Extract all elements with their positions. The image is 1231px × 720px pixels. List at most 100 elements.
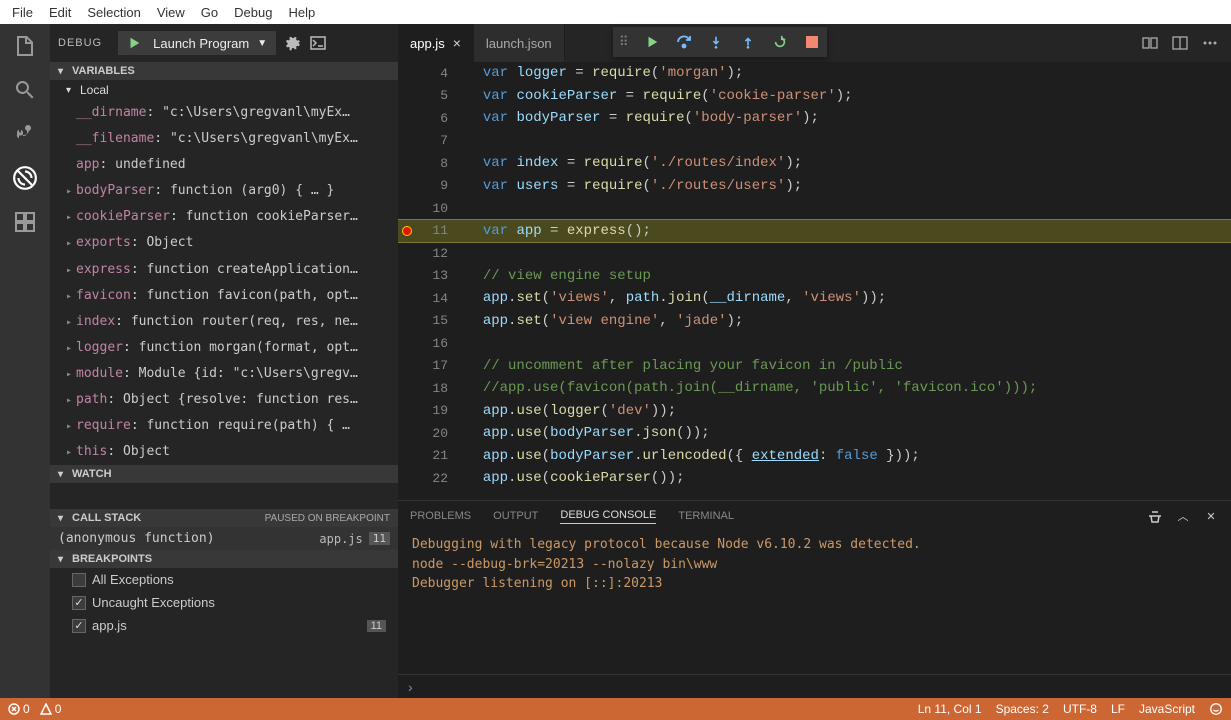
clear-console-icon[interactable] xyxy=(1147,508,1163,524)
variable-row[interactable]: app: undefined xyxy=(50,152,398,178)
panel-tab-debug-console[interactable]: DEBUG CONSOLE xyxy=(560,509,656,524)
debug-icon[interactable] xyxy=(11,164,39,192)
breakpoints-section[interactable]: ▾BREAKPOINTS xyxy=(50,550,398,568)
start-debug-icon[interactable] xyxy=(123,32,145,54)
menu-view[interactable]: View xyxy=(149,3,193,22)
tab-app-js[interactable]: app.js× xyxy=(398,24,474,62)
code-line[interactable]: 21 app.use(bodyParser.urlencoded({ exten… xyxy=(398,445,1231,468)
checkbox-icon[interactable]: ✓ xyxy=(72,619,86,633)
checkbox-icon[interactable]: ✓ xyxy=(72,596,86,610)
restart-icon[interactable] xyxy=(771,33,789,51)
variable-row[interactable]: ▸express: function createApplication… xyxy=(50,257,398,283)
panel-tab-problems[interactable]: PROBLEMS xyxy=(410,510,471,522)
callstack-section[interactable]: ▾CALL STACKPAUSED ON BREAKPOINT xyxy=(50,509,398,527)
variable-row[interactable]: ▸logger: function morgan(format, opt… xyxy=(50,335,398,361)
code-line[interactable]: 15 app.set('view engine', 'jade'); xyxy=(398,310,1231,333)
prompt-icon: › xyxy=(408,679,413,695)
code-line[interactable]: 13 // view engine setup xyxy=(398,265,1231,288)
gear-icon[interactable] xyxy=(282,33,302,53)
close-icon[interactable]: × xyxy=(453,35,461,51)
continue-icon[interactable] xyxy=(643,33,661,51)
close-icon[interactable]: ✕ xyxy=(1203,508,1219,524)
launch-config-select[interactable]: Launch Program ▼ xyxy=(118,31,276,55)
eol[interactable]: LF xyxy=(1111,702,1125,716)
variable-row[interactable]: ▸index: function router(req, res, ne… xyxy=(50,309,398,335)
feedback-icon[interactable] xyxy=(1209,702,1223,716)
menu-file[interactable]: File xyxy=(4,3,41,22)
tab-launch-json[interactable]: launch.json xyxy=(474,24,565,62)
warnings-count[interactable]: 0 xyxy=(40,702,62,716)
watch-section[interactable]: ▾WATCH xyxy=(50,465,398,483)
variable-row[interactable]: ▸module: Module {id: "c:\Users\gregv… xyxy=(50,361,398,387)
code-editor[interactable]: 4 var logger = require('morgan');5 var c… xyxy=(398,62,1231,500)
step-out-icon[interactable] xyxy=(739,33,757,51)
stack-frame-file: app.js xyxy=(319,532,362,546)
compare-icon[interactable] xyxy=(1141,34,1159,52)
stack-frame[interactable]: (anonymous function) app.js 11 xyxy=(50,527,398,550)
panel-tab-output[interactable]: OUTPUT xyxy=(493,510,538,522)
variable-row[interactable]: ▸favicon: function favicon(path, opt… xyxy=(50,283,398,309)
debug-console-input[interactable]: › xyxy=(398,674,1231,698)
code-line[interactable]: 11 var app = express(); xyxy=(398,220,1231,243)
code-line[interactable]: 20 app.use(bodyParser.json()); xyxy=(398,422,1231,445)
code-line[interactable]: 6 var bodyParser = require('body-parser'… xyxy=(398,107,1231,130)
line-number: 10 xyxy=(416,201,466,216)
bp-file[interactable]: ✓app.js11 xyxy=(50,614,398,637)
step-over-icon[interactable] xyxy=(675,33,693,51)
menu-selection[interactable]: Selection xyxy=(79,3,148,22)
cursor-position[interactable]: Ln 11, Col 1 xyxy=(918,702,982,716)
variable-row[interactable]: ▸this: Object xyxy=(50,439,398,465)
bp-all-exceptions[interactable]: All Exceptions xyxy=(50,568,398,591)
menu-debug[interactable]: Debug xyxy=(226,3,280,22)
step-into-icon[interactable] xyxy=(707,33,725,51)
variable-row[interactable]: ▸cookieParser: function cookieParser… xyxy=(50,204,398,230)
menu-go[interactable]: Go xyxy=(193,3,226,22)
code-line[interactable]: 7 xyxy=(398,130,1231,153)
errors-count[interactable]: 0 xyxy=(8,702,30,716)
local-scope[interactable]: ▾Local xyxy=(50,80,398,100)
panel-tab-terminal[interactable]: TERMINAL xyxy=(678,510,734,522)
code-line[interactable]: 8 var index = require('./routes/index'); xyxy=(398,152,1231,175)
variable-row[interactable]: __filename: "c:\Users\gregvanl\myEx… xyxy=(50,126,398,152)
code-line[interactable]: 18 //app.use(favicon(path.join(__dirname… xyxy=(398,377,1231,400)
source-control-icon[interactable] xyxy=(11,120,39,148)
chevron-up-icon[interactable]: ︿ xyxy=(1175,508,1191,524)
code-line[interactable]: 14 app.set('views', path.join(__dirname,… xyxy=(398,287,1231,310)
more-icon[interactable] xyxy=(1201,34,1219,52)
code-line[interactable]: 19 app.use(logger('dev')); xyxy=(398,400,1231,423)
code-line[interactable]: 17 // uncomment after placing your favic… xyxy=(398,355,1231,378)
code-line[interactable]: 10 xyxy=(398,197,1231,220)
explorer-icon[interactable] xyxy=(11,32,39,60)
menu-help[interactable]: Help xyxy=(280,3,323,22)
variables-section[interactable]: ▾VARIABLES xyxy=(50,62,398,80)
variable-row[interactable]: ▸bodyParser: function (arg0) { … } xyxy=(50,178,398,204)
bp-uncaught[interactable]: ✓Uncaught Exceptions xyxy=(50,591,398,614)
debug-sidebar: DEBUG Launch Program ▼ ▾VARIABLES ▾Local… xyxy=(50,24,398,698)
variable-row[interactable]: ▸require: function require(path) { … xyxy=(50,413,398,439)
variable-row[interactable]: __dirname: "c:\Users\gregvanl\myEx… xyxy=(50,100,398,126)
menu-edit[interactable]: Edit xyxy=(41,3,79,22)
language-mode[interactable]: JavaScript xyxy=(1139,702,1195,716)
code-line[interactable]: 9 var users = require('./routes/users'); xyxy=(398,175,1231,198)
extensions-icon[interactable] xyxy=(11,208,39,236)
debug-toolbar[interactable]: ⠿ xyxy=(613,27,827,57)
indentation[interactable]: Spaces: 2 xyxy=(996,702,1049,716)
grip-icon[interactable]: ⠿ xyxy=(619,34,629,50)
checkbox-icon[interactable] xyxy=(72,573,86,587)
code-line[interactable]: 4 var logger = require('morgan'); xyxy=(398,62,1231,85)
code-line[interactable]: 12 xyxy=(398,242,1231,265)
encoding[interactable]: UTF-8 xyxy=(1063,702,1097,716)
split-editor-icon[interactable] xyxy=(1171,34,1189,52)
code-line[interactable]: 5 var cookieParser = require('cookie-par… xyxy=(398,85,1231,108)
debug-console-icon[interactable] xyxy=(308,33,328,53)
variable-row[interactable]: ▸path: Object {resolve: function res… xyxy=(50,387,398,413)
search-icon[interactable] xyxy=(11,76,39,104)
line-number: 19 xyxy=(416,403,466,418)
code-line[interactable]: 16 xyxy=(398,332,1231,355)
stop-icon[interactable] xyxy=(803,33,821,51)
variable-row[interactable]: ▸exports: Object xyxy=(50,230,398,256)
breakpoints-label: BREAKPOINTS xyxy=(72,553,152,565)
breakpoint-icon[interactable] xyxy=(402,226,412,236)
stack-frame-name: (anonymous function) xyxy=(58,531,215,546)
code-line[interactable]: 22 app.use(cookieParser()); xyxy=(398,467,1231,490)
